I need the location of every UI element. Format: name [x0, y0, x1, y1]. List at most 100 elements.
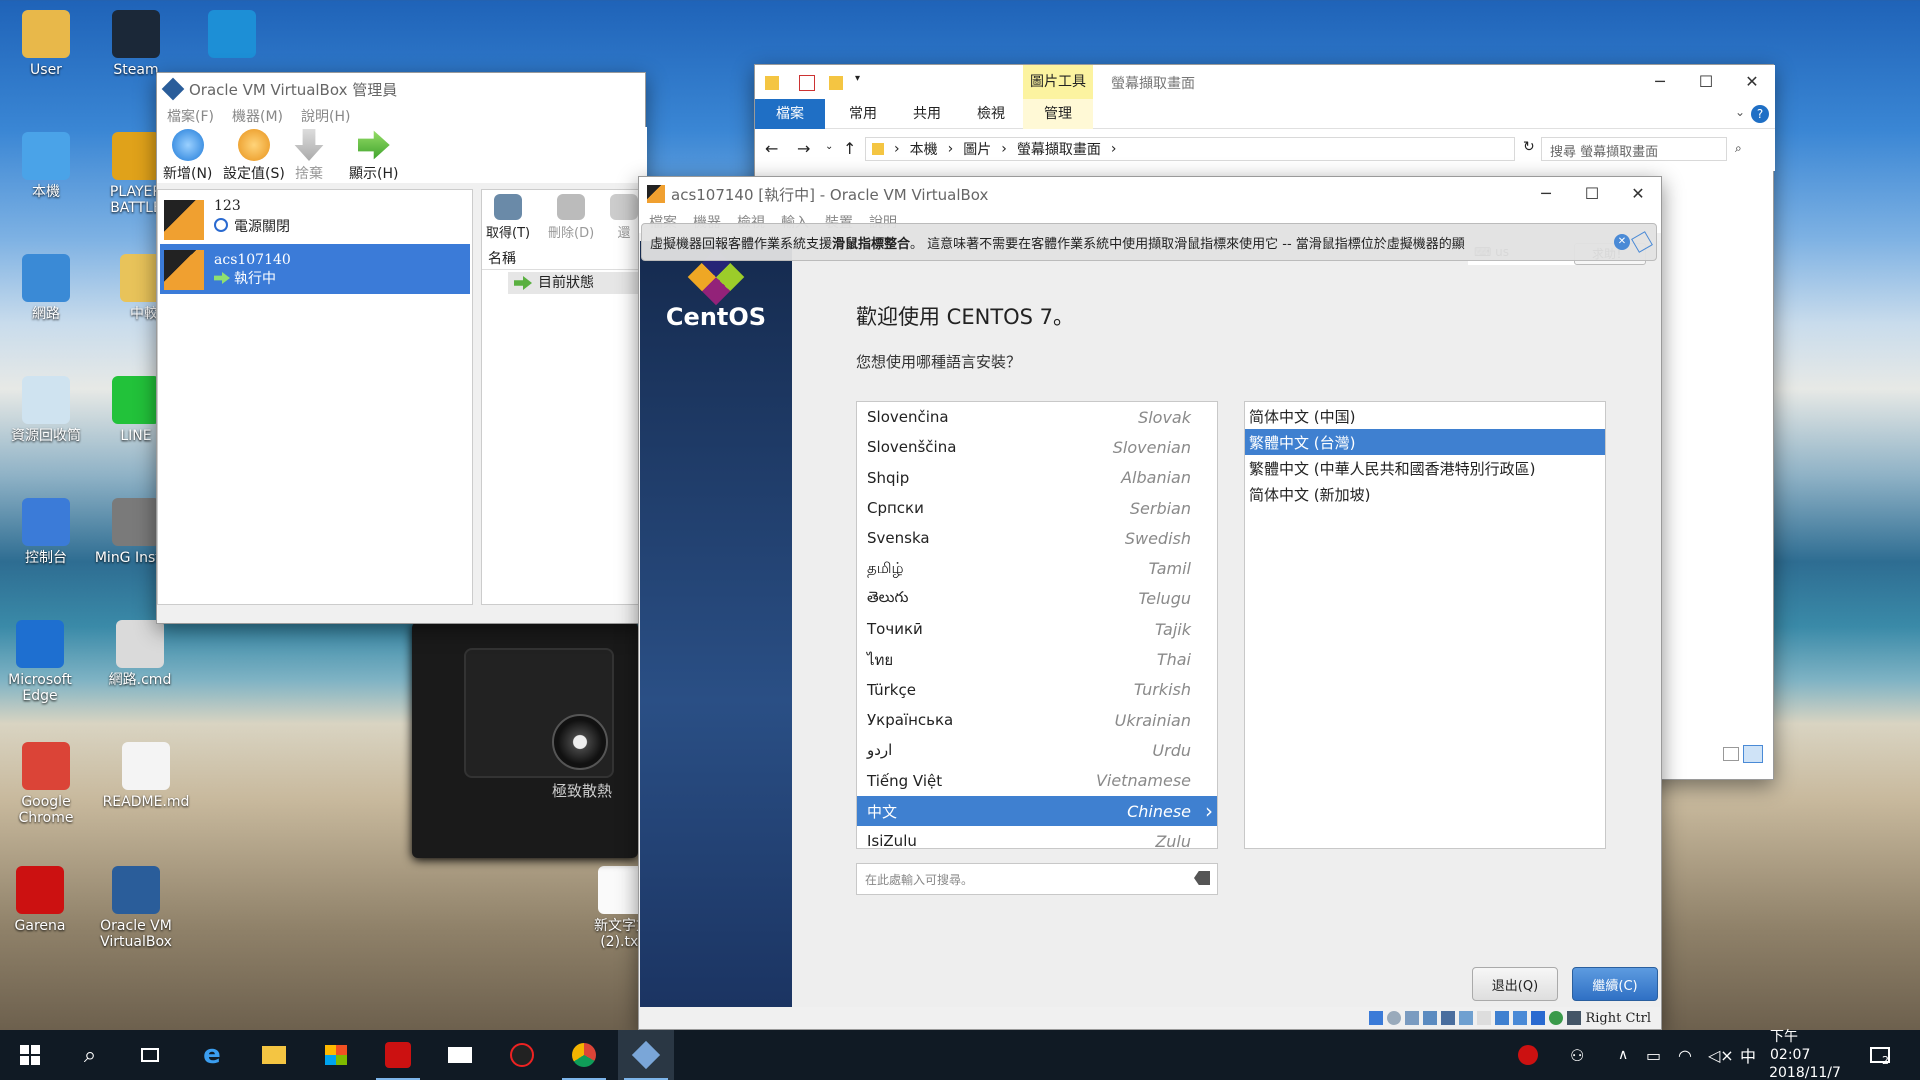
back-arrow-icon[interactable]: ← — [765, 139, 778, 158]
locale-row[interactable]: 繁體中文 (台灣) — [1245, 429, 1605, 455]
delete-snapshot-button[interactable]: 刪除(D) — [548, 194, 594, 241]
virtualization-icon[interactable] — [1531, 1011, 1546, 1025]
recent-dropdown-icon[interactable]: ⌄ — [825, 141, 833, 152]
audio-icon[interactable] — [1405, 1011, 1420, 1025]
locale-list[interactable]: 简体中文 (中国) 繁體中文 (台灣) 繁體中文 (中華人民共和國香港特別行政區) 简… — [1244, 401, 1606, 849]
network-adapter-icon[interactable] — [1423, 1011, 1438, 1025]
desktop-shortcut[interactable]: LINE — [112, 376, 160, 444]
language-row[interactable]: Shqip Albanian — [857, 463, 1217, 493]
desktop-shortcut[interactable]: Garena — [15, 866, 65, 934]
desktop-shortcut[interactable]: Steam — [112, 10, 160, 78]
address-bar[interactable]: › 本機 › 圖片 › 螢幕擷取畫面 › — [865, 137, 1515, 161]
ime-indicator[interactable]: 中 — [1740, 1030, 1756, 1080]
properties-icon[interactable] — [799, 75, 815, 91]
show-hidden-icons-icon[interactable]: ∧ — [1618, 1030, 1628, 1080]
close-button[interactable]: ✕ — [1615, 177, 1661, 209]
desktop-shortcut[interactable]: README.md — [103, 742, 189, 810]
language-row[interactable]: Точикӣ Tajik — [857, 614, 1217, 644]
tab-view[interactable]: 檢視 — [963, 99, 1019, 129]
video-capture-icon[interactable] — [1495, 1011, 1510, 1025]
optical-drive-icon[interactable] — [1387, 1011, 1402, 1025]
language-row[interactable]: 中文 Chinese › — [857, 795, 1217, 827]
breadcrumb-item[interactable]: 圖片 — [963, 139, 991, 159]
language-row[interactable]: தமிழ் Tamil — [857, 553, 1217, 583]
quit-button[interactable]: 退出(Q) — [1472, 967, 1558, 1001]
menu-machine[interactable]: 機器(M) — [232, 106, 283, 126]
tab-home[interactable]: 常用 — [835, 99, 891, 129]
taskbar-virtualbox[interactable] — [618, 1030, 674, 1080]
qat-dropdown-icon[interactable]: ▾ — [855, 73, 860, 84]
usb-icon[interactable] — [1441, 1011, 1456, 1025]
large-icons-view-icon[interactable] — [1743, 745, 1763, 763]
new-folder-icon[interactable] — [829, 76, 843, 90]
people-icon[interactable]: ⚇ — [1570, 1030, 1584, 1080]
desktop-shortcut[interactable]: MinG Install — [95, 498, 177, 566]
explorer-search-input[interactable]: 搜尋 螢幕擷取畫面 — [1541, 137, 1727, 161]
locale-row[interactable]: 简体中文 (中国) — [1245, 403, 1605, 429]
maximize-button[interactable]: ☐ — [1569, 177, 1615, 209]
refresh-icon[interactable]: ↻ — [1523, 139, 1535, 155]
menu-help[interactable]: 說明(H) — [301, 106, 350, 126]
desktop-shortcut[interactable] — [208, 10, 256, 58]
shared-folder-icon[interactable] — [1459, 1011, 1474, 1025]
language-row[interactable]: Svenska Swedish — [857, 523, 1217, 553]
language-row[interactable]: IsiZulu Zulu — [857, 826, 1217, 848]
tray-red-app-icon[interactable] — [1518, 1030, 1538, 1080]
minimize-button[interactable]: ─ — [1637, 65, 1683, 97]
language-list[interactable]: Slovenčina Slovak Slovenščina Slovenian Shqi… — [856, 401, 1218, 849]
language-row[interactable]: ไทย Thai — [857, 644, 1217, 674]
taskbar-app-red[interactable] — [370, 1030, 426, 1080]
task-view-button[interactable] — [122, 1030, 178, 1080]
language-row[interactable]: اردو Urdu — [857, 735, 1217, 765]
new-vm-button[interactable]: 新增(N) — [163, 129, 212, 183]
taskbar-chrome[interactable] — [556, 1030, 612, 1080]
breadcrumb-item[interactable]: 本機 — [910, 139, 938, 159]
language-row[interactable]: తెలుగు Telugu — [857, 584, 1217, 614]
action-center-button[interactable]: 2 — [1870, 1030, 1890, 1080]
language-row[interactable]: Türkçe Turkish — [857, 675, 1217, 705]
menu-file[interactable]: 檔案(F) — [167, 106, 214, 126]
desktop-shortcut[interactable]: Oracle VM VirtualBox — [100, 866, 172, 950]
tab-file[interactable]: 檔案 — [755, 99, 825, 129]
language-search-input[interactable]: 在此處輸入可搜尋。 — [856, 863, 1218, 895]
desktop-shortcut[interactable]: 本機 — [22, 132, 70, 200]
search-button[interactable]: ⌕ — [62, 1030, 118, 1080]
desktop-shortcut[interactable]: 網路.cmd — [109, 620, 171, 688]
taskbar-file-explorer[interactable] — [246, 1030, 302, 1080]
desktop-shortcut[interactable]: 控制台 — [22, 498, 70, 566]
battery-icon[interactable]: ▭ — [1646, 1030, 1661, 1080]
discard-button[interactable]: 捨棄 — [293, 129, 325, 183]
volume-icon[interactable]: ◁× — [1708, 1030, 1734, 1080]
start-button[interactable] — [2, 1030, 58, 1080]
close-button[interactable]: ✕ — [1729, 65, 1775, 97]
locale-row[interactable]: 繁體中文 (中華人民共和國香港特別行政區) — [1245, 455, 1605, 481]
clock[interactable]: 下午 02:07 2018/11/7 — [1769, 1029, 1841, 1080]
up-arrow-icon[interactable]: ↑ — [843, 139, 856, 158]
breadcrumb-item[interactable]: 螢幕擷取畫面 — [1017, 139, 1101, 159]
desktop-shortcut[interactable]: Microsoft Edge — [8, 620, 72, 704]
desktop-shortcut[interactable]: 資源回收筒 — [11, 376, 81, 444]
taskbar-store[interactable] — [308, 1030, 364, 1080]
wifi-icon[interactable]: ◠ — [1678, 1030, 1692, 1080]
details-view-icon[interactable] — [1723, 747, 1739, 761]
continue-button[interactable]: 繼續(C) — [1572, 967, 1658, 1001]
desktop-shortcut[interactable]: PLAYER BATTLE — [110, 132, 162, 216]
mouse-icon[interactable] — [1549, 1011, 1564, 1025]
ribbon-expand-icon[interactable]: ⌄ — [1735, 105, 1745, 119]
taskbar-edge[interactable]: e — [184, 1030, 240, 1080]
language-row[interactable]: Українська Ukrainian — [857, 705, 1217, 735]
settings-button[interactable]: 設定值(S) — [223, 129, 285, 183]
desktop-shortcut[interactable]: 網路 — [22, 254, 70, 322]
show-button[interactable]: 顯示(H) — [349, 129, 398, 183]
vm-item-acs107140[interactable]: acs107140 執行中 — [160, 244, 470, 294]
tab-share[interactable]: 共用 — [899, 99, 955, 129]
help-icon[interactable]: ? — [1751, 105, 1769, 123]
taskbar-garena[interactable] — [494, 1030, 550, 1080]
hdd-icon[interactable] — [1369, 1011, 1384, 1025]
desktop-shortcut[interactable]: Google Chrome — [19, 742, 73, 826]
close-notice-icon[interactable]: ✕ — [1614, 234, 1630, 250]
display-icon[interactable] — [1477, 1011, 1492, 1025]
restore-snapshot-button[interactable]: 還 — [610, 194, 638, 241]
language-row[interactable]: Slovenčina Slovak — [857, 402, 1217, 432]
taskbar-mail[interactable] — [432, 1030, 488, 1080]
